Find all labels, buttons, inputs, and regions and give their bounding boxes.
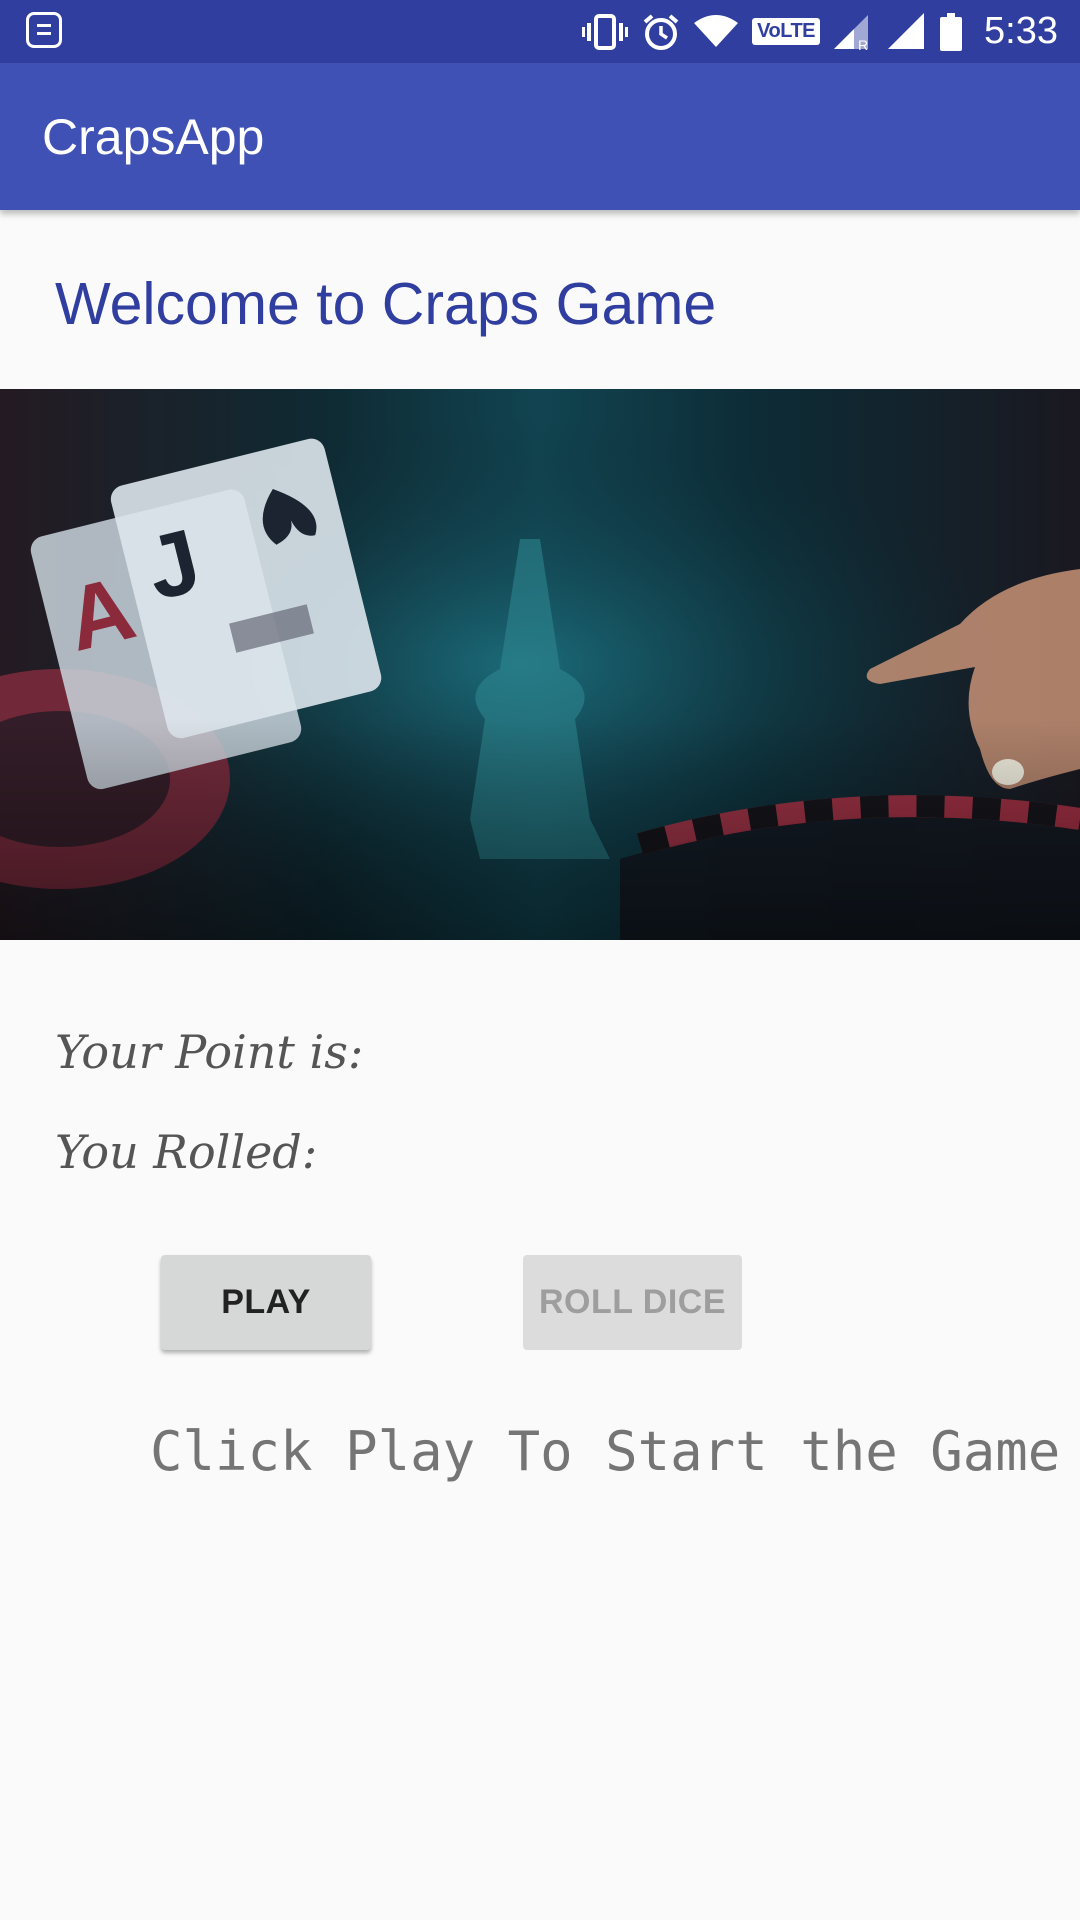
volte-icon: VoLTE	[752, 18, 821, 45]
status-message: Click Play To Start the Game	[150, 1420, 1061, 1483]
notification-icon	[26, 12, 62, 48]
roll-dice-button[interactable]: ROLL DICE	[523, 1255, 742, 1350]
clock: 5:33	[984, 10, 1058, 52]
play-button[interactable]: PLAY	[161, 1255, 371, 1350]
app-title: CrapsApp	[42, 109, 265, 165]
alarm-icon	[642, 13, 680, 51]
point-label: Your Point is:	[55, 1025, 364, 1079]
battery-icon	[940, 12, 963, 51]
rolled-label: You Rolled:	[55, 1125, 318, 1179]
signal-icon	[888, 12, 926, 51]
casino-banner-image: A J	[0, 389, 1080, 940]
svg-text:R: R	[858, 37, 868, 51]
wifi-icon	[694, 14, 739, 49]
status-icons: VoLTE R 5:33	[582, 0, 1058, 63]
signal-roaming-icon: R	[834, 13, 874, 51]
vibrate-icon	[582, 13, 629, 50]
welcome-heading: Welcome to Craps Game	[55, 271, 717, 337]
status-bar: VoLTE R 5:33	[0, 0, 1080, 63]
app-bar: CrapsApp	[0, 63, 1080, 210]
